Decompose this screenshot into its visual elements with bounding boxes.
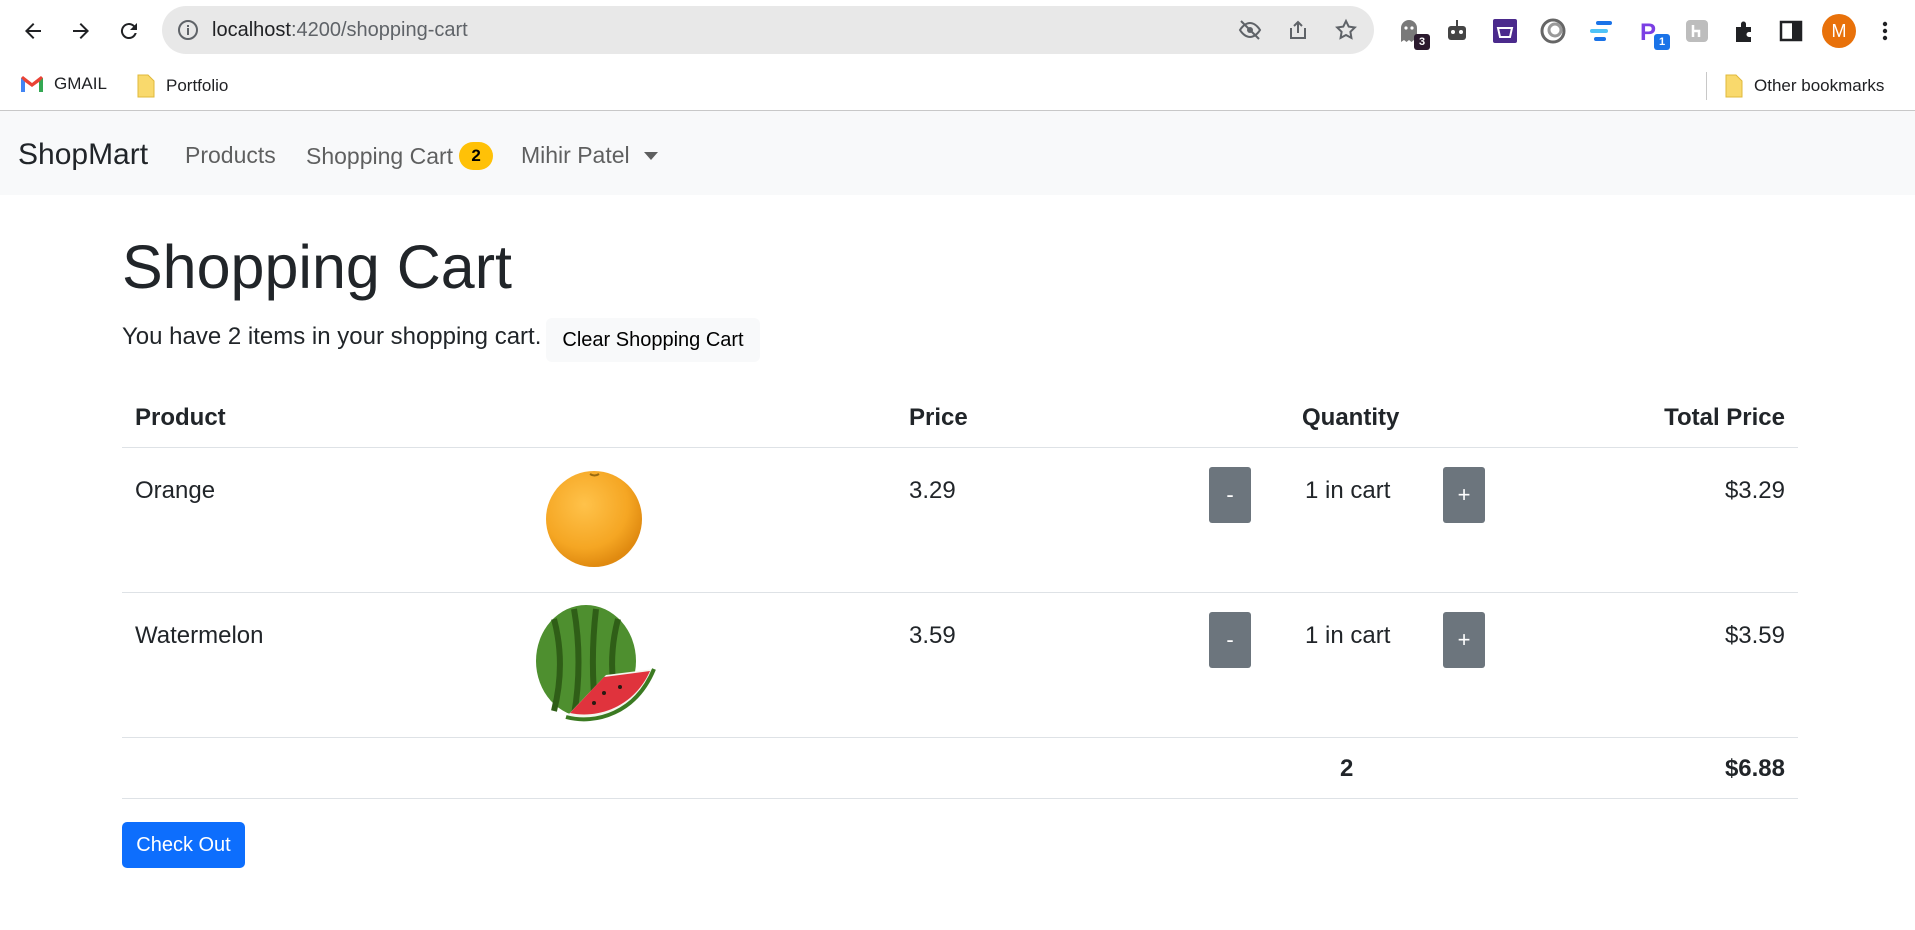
increase-quantity-button[interactable]: + <box>1443 467 1485 523</box>
cart-table: Product Price Quantity Total Price Orang… <box>122 392 1798 799</box>
page-title: Shopping Cart <box>122 233 512 301</box>
stack-extension-icon[interactable] <box>1586 16 1616 46</box>
bookmark-label: Portfolio <box>166 76 229 95</box>
header-total-price: Total Price <box>1664 404 1785 431</box>
cart-summary: You have 2 items in your shopping cart. <box>122 323 542 350</box>
basket-extension-icon[interactable] <box>1490 16 1520 46</box>
nav-products[interactable]: Products <box>185 142 276 169</box>
caret-down-icon <box>643 151 658 160</box>
folder-icon <box>137 74 155 98</box>
table-row: Orange 3.29 - 1 in cart + $3.29 <box>122 448 1798 593</box>
extensions-menu-button[interactable] <box>1730 16 1760 46</box>
cart-count-badge: 2 <box>459 142 494 170</box>
row-total-price: $3.59 <box>1724 622 1785 649</box>
robot-extension-icon[interactable] <box>1442 16 1472 46</box>
folder-icon <box>1725 74 1743 98</box>
more-vert-icon <box>1882 21 1888 41</box>
product-name: Watermelon <box>135 622 264 649</box>
eye-off-icon[interactable] <box>1238 18 1262 42</box>
back-arrow-icon <box>25 23 41 39</box>
product-name: Orange <box>135 477 216 504</box>
increase-quantity-button[interactable]: + <box>1443 612 1485 668</box>
tag-extension-icon[interactable] <box>1682 16 1712 46</box>
table-footer: 2 $6.88 <box>122 738 1798 799</box>
bookmark-portfolio[interactable]: Portfolio <box>136 74 228 98</box>
site-info-icon[interactable] <box>176 18 200 42</box>
extension-badge: 1 <box>1654 34 1670 50</box>
bookmark-label: GMAIL <box>54 74 107 93</box>
profile-avatar[interactable]: M <box>1822 14 1856 48</box>
share-icon[interactable] <box>1286 18 1310 42</box>
checkout-button[interactable]: Check Out <box>122 822 245 868</box>
tag-icon <box>1686 20 1708 42</box>
forward-button[interactable] <box>62 12 100 50</box>
brand-link[interactable]: ShopMart <box>18 138 148 172</box>
profile-initial: M <box>1831 21 1847 41</box>
bookmark-star-icon[interactable] <box>1334 18 1358 42</box>
quantity-in-cart: 1 in cart <box>1305 622 1391 649</box>
browser-toolbar: localhost:4200/shopping-cart 3 P 1 M <box>0 0 1915 62</box>
table-header: Product Price Quantity Total Price <box>122 392 1798 448</box>
header-quantity: Quantity <box>1302 404 1400 431</box>
url-text[interactable]: localhost:4200/shopping-cart <box>212 19 468 42</box>
app-navbar: ShopMart Products Shopping Cart 2 Mihir … <box>0 111 1915 195</box>
back-button[interactable] <box>14 12 52 50</box>
product-price: 3.29 <box>909 477 956 504</box>
other-bookmarks[interactable]: Other bookmarks <box>1724 74 1884 98</box>
bookmarks-bar: GMAIL Portfolio Other bookmarks <box>0 62 1915 111</box>
bookmarks-divider <box>1706 72 1707 100</box>
clear-cart-button[interactable]: Clear Shopping Cart <box>546 318 760 362</box>
ghost-extension-icon[interactable]: 3 <box>1394 16 1430 50</box>
user-dropdown[interactable]: Mihir Patel <box>521 142 658 169</box>
swirl-extension-icon[interactable] <box>1538 16 1568 46</box>
extension-badge: 3 <box>1414 34 1430 50</box>
bookmark-gmail[interactable]: GMAIL <box>20 74 107 94</box>
address-bar[interactable]: localhost:4200/shopping-cart <box>162 6 1374 54</box>
chrome-menu-button[interactable] <box>1880 16 1890 46</box>
p-extension-icon[interactable]: P 1 <box>1634 16 1670 50</box>
reload-icon <box>120 23 137 40</box>
orange-image <box>546 471 642 567</box>
url-path: :4200/shopping-cart <box>290 19 468 41</box>
puzzle-icon <box>1736 21 1751 42</box>
nav-products-label: Products <box>185 142 276 168</box>
basket-icon <box>1493 19 1517 43</box>
header-price: Price <box>909 404 968 431</box>
grand-total: $6.88 <box>1724 755 1785 782</box>
gmail-icon <box>21 76 43 92</box>
other-bookmarks-label: Other bookmarks <box>1754 76 1885 95</box>
decrease-quantity-button[interactable]: - <box>1209 612 1251 668</box>
swirl-icon <box>1540 18 1566 44</box>
forward-arrow-icon <box>73 23 89 39</box>
decrease-quantity-button[interactable]: - <box>1209 467 1251 523</box>
total-quantity: 2 <box>1340 755 1354 782</box>
side-panel-icon <box>1779 20 1803 42</box>
quantity-in-cart: 1 in cart <box>1305 477 1391 504</box>
table-row: Watermelon 3.59 - 1 in cart + $3.59 <box>122 593 1798 738</box>
stack-icon <box>1590 21 1612 41</box>
header-product: Product <box>135 404 226 431</box>
robot-icon <box>1448 20 1466 40</box>
side-panel-button[interactable] <box>1776 16 1806 46</box>
nav-cart-label: Shopping Cart <box>306 142 454 169</box>
url-host: localhost <box>212 19 291 41</box>
user-name: Mihir Patel <box>521 142 630 168</box>
reload-button[interactable] <box>110 12 148 50</box>
product-price: 3.59 <box>909 622 956 649</box>
watermelon-image <box>536 605 656 722</box>
row-total-price: $3.29 <box>1724 477 1785 504</box>
nav-shopping-cart[interactable]: Shopping Cart 2 <box>306 142 494 170</box>
